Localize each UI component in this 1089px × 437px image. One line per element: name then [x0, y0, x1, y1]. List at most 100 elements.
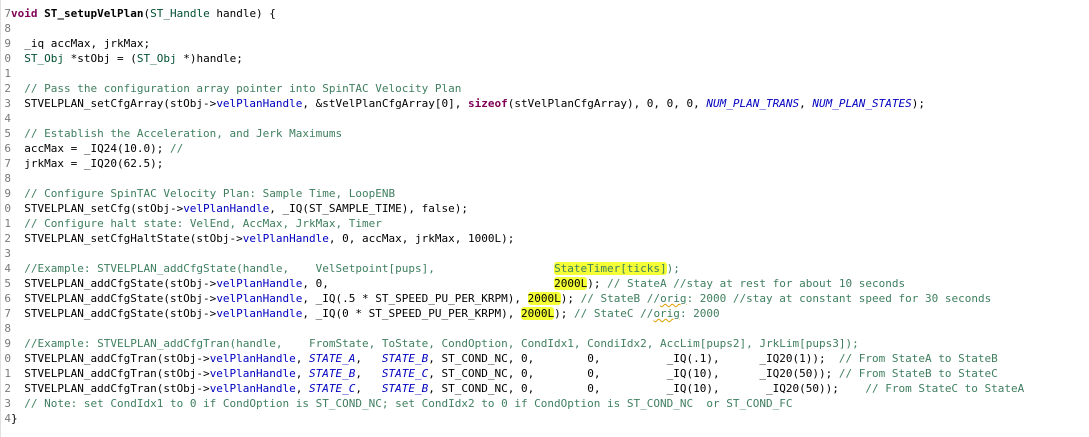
code-line[interactable]: 2 STVELPLAN_addCfgTran(stObj->velPlanHan…	[1, 381, 1089, 396]
code-line[interactable]: 1 // Configure halt state: VelEnd, AccMa…	[1, 216, 1089, 231]
code-text: // Establish the Acceleration, and Jerk …	[11, 126, 342, 141]
code-token: , ST_COND_NC, 0, 0, _IQ(10), _IQ20(50));	[428, 382, 866, 395]
comment-token: // From StateB to StateC	[838, 367, 998, 380]
code-text: // Pass the configuration array pointer …	[11, 81, 461, 96]
code-line[interactable]: 1 STVELPLAN_addCfgTran(stObj->velPlanHan…	[1, 366, 1089, 381]
comment-token: // StateB //	[580, 292, 661, 305]
line-number: 3	[4, 247, 11, 260]
code-line[interactable]: 0 STVELPLAN_addCfgTran(stObj->velPlanHan…	[1, 351, 1089, 366]
code-line[interactable]: 2 STVELPLAN_setCfgHaltState(stObj->velPl…	[1, 231, 1089, 246]
code-text: STVELPLAN_addCfgTran(stObj->velPlanHandl…	[11, 381, 1024, 396]
code-token: ,	[355, 367, 382, 380]
line-number: 4	[4, 112, 11, 125]
code-line[interactable]: 3 STVELPLAN_setCfgArray(stObj->velPlanHa…	[1, 96, 1089, 111]
comment-token: //Example: STVELPLAN_addCfgState(handle,…	[24, 262, 555, 275]
code-text: // Note: set CondIdx1 to 0 if CondOption…	[11, 396, 792, 411]
code-line[interactable]: 5 // Establish the Acceleration, and Jer…	[1, 126, 1089, 141]
code-line[interactable]: 5 STVELPLAN_addCfgState(stObj->velPlanHa…	[1, 276, 1089, 291]
code-token: accMax = _IQ24(10.0);	[11, 142, 170, 155]
code-line[interactable]: 0 ST_Obj *stObj = (ST_Obj *)handle;	[1, 51, 1089, 66]
code-text: STVELPLAN_addCfgTran(stObj->velPlanHandl…	[11, 351, 998, 366]
code-token: , &stVelPlanCfgArray[0],	[302, 97, 468, 110]
code-token: }	[11, 412, 18, 425]
code-line[interactable]: 8	[1, 321, 1089, 336]
code-text: STVELPLAN_setCfgHaltState(stObj->velPlan…	[11, 231, 514, 246]
comment-token: //Example: STVELPLAN_addCfgTran(handle, …	[24, 337, 859, 350]
code-text: jrkMax = _IQ20(62.5);	[11, 156, 163, 171]
line-number: 8	[4, 172, 11, 185]
code-text: accMax = _IQ24(10.0); //	[11, 141, 183, 156]
code-token: *)handle;	[176, 52, 243, 65]
code-token: , _IQ(ST_SAMPLE_TIME), false);	[269, 202, 468, 215]
code-line[interactable]: 9 _iq accMax, jrkMax;	[1, 36, 1089, 51]
code-line[interactable]: 6 accMax = _IQ24(10.0); //	[1, 141, 1089, 156]
code-text: STVELPLAN_setCfg(stObj->velPlanHandle, _…	[11, 201, 468, 216]
comment-token: orig	[660, 292, 687, 305]
line-number: 8	[4, 22, 11, 35]
comment-token: // Pass the configuration array pointer …	[24, 82, 462, 95]
code-token: velPlanHandle	[209, 382, 296, 395]
code-token: STVELPLAN_setCfgArray(stObj->	[11, 97, 217, 110]
code-line[interactable]: 6 STVELPLAN_addCfgState(stObj->velPlanHa…	[1, 291, 1089, 306]
code-token: , 0,	[302, 277, 555, 290]
code-line[interactable]: 4 //Example: STVELPLAN_addCfgState(handl…	[1, 261, 1089, 276]
code-line[interactable]: 3 // Note: set CondIdx1 to 0 if CondOpti…	[1, 396, 1089, 411]
macro-token: STATE_C	[309, 382, 356, 395]
code-text: void ST_setupVelPlan(ST_Handle handle) {	[11, 6, 276, 21]
code-token: velPlanHandle	[242, 232, 329, 245]
code-line[interactable]: 7 jrkMax = _IQ20(62.5);	[1, 156, 1089, 171]
code-text: //Example: STVELPLAN_addCfgTran(handle, …	[11, 336, 859, 351]
comment-token: // StateC //	[573, 307, 654, 320]
code-editor[interactable]: 7 void ST_setupVelPlan(ST_Handle handle) …	[0, 0, 1089, 437]
code-line[interactable]: 7 void ST_setupVelPlan(ST_Handle handle) …	[1, 6, 1089, 21]
code-token: ST_Obj	[136, 52, 177, 65]
macro-token: STATE_B	[381, 382, 429, 395]
code-line[interactable]: 0 STVELPLAN_setCfg(stObj->velPlanHandle,…	[1, 201, 1089, 216]
code-text: STVELPLAN_addCfgState(stObj->velPlanHand…	[11, 276, 905, 291]
code-token: STVELPLAN_addCfgState(stObj->	[11, 277, 217, 290]
comment-token: // From StateA to StateB	[838, 352, 998, 365]
code-token: ,	[295, 367, 310, 380]
code-line[interactable]: 7 STVELPLAN_addCfgState(stObj->velPlanHa…	[1, 306, 1089, 321]
code-token: STVELPLAN_setCfgHaltState(stObj->	[11, 232, 243, 245]
comment-token: // Configure halt state: VelEnd, AccMax,…	[24, 217, 382, 230]
code-token: velPlanHandle	[216, 292, 303, 305]
code-text: STVELPLAN_addCfgTran(stObj->velPlanHandl…	[11, 366, 998, 381]
code-token: handle) {	[209, 7, 276, 20]
code-line[interactable]: 3	[1, 246, 1089, 261]
code-token: ,	[799, 97, 813, 110]
code-line[interactable]: 1	[1, 66, 1089, 81]
code-token: , ST_COND_NC, 0, 0, _IQ(10), _IQ20(50));	[428, 367, 839, 380]
code-line[interactable]: 8	[1, 171, 1089, 186]
code-token: velPlanHandle	[216, 307, 303, 320]
code-token: velPlanHandle	[216, 97, 303, 110]
comment-token: // Establish the Acceleration, and Jerk …	[24, 127, 343, 140]
code-token: STVELPLAN_setCfg(stObj->	[11, 202, 184, 215]
code-token: , 0, accMax, jrkMax, 1000L);	[328, 232, 515, 245]
comment-token: // From StateC to StateA	[865, 382, 1025, 395]
code-token: STVELPLAN_addCfgState(stObj->	[11, 307, 217, 320]
code-line[interactable]: 8	[1, 21, 1089, 36]
code-line[interactable]: 9 //Example: STVELPLAN_addCfgTran(handle…	[1, 336, 1089, 351]
macro-token: NUM_PLAN_STATES	[812, 97, 912, 110]
comment-token: // Note: set CondIdx1 to 0 if CondOption…	[24, 397, 793, 410]
code-token: );	[911, 97, 925, 110]
code-line[interactable]: 4	[1, 111, 1089, 126]
macro-token: STATE_B	[381, 352, 429, 365]
code-token: ,	[355, 382, 382, 395]
comment-token: );	[666, 262, 680, 275]
keyword-token: sizeof	[467, 97, 508, 110]
code-token: );	[560, 292, 581, 305]
comment-token: //	[169, 142, 184, 155]
code-token: *stObj = (	[64, 52, 137, 65]
code-token: , _IQ(0 * ST_SPEED_PU_PER_KRPM),	[302, 307, 521, 320]
code-line[interactable]: 4}	[1, 411, 1089, 426]
code-token: );	[554, 307, 574, 320]
line-number: 1	[4, 67, 11, 80]
code-line[interactable]: 9 // Configure SpinTAC Velocity Plan: Sa…	[1, 186, 1089, 201]
macro-token: STATE_A	[309, 352, 356, 365]
code-line[interactable]: 2 // Pass the configuration array pointe…	[1, 81, 1089, 96]
